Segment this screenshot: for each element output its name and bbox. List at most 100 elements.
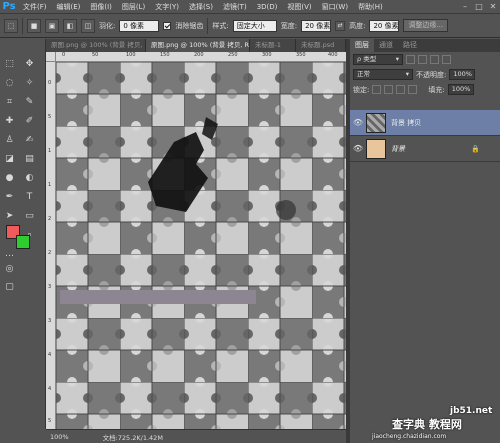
- path-select-icon[interactable]: ➤: [2, 208, 17, 223]
- fill-input[interactable]: 100%: [447, 84, 474, 95]
- ruler-tick: 350: [296, 52, 306, 58]
- fill-label: 填充:: [428, 85, 445, 94]
- history-brush-icon[interactable]: ✍: [22, 132, 37, 147]
- magic-wand-icon[interactable]: ✧: [22, 75, 37, 90]
- layer-filter-row: ρ 类型 ▾: [350, 52, 500, 67]
- menu-layer[interactable]: 图层(L): [117, 0, 150, 14]
- ruler-tick: 0: [48, 80, 52, 86]
- minimize-button[interactable]: –: [458, 0, 472, 14]
- eyedropper-icon[interactable]: ✎: [22, 94, 37, 109]
- height-input[interactable]: 20 像素: [369, 19, 400, 32]
- zoom-level[interactable]: 100%: [50, 433, 69, 441]
- rect-marquee-icon[interactable]: ⬚: [2, 56, 17, 71]
- filter-type-icon[interactable]: [430, 55, 439, 64]
- subtract-selection-icon[interactable]: ◧: [63, 18, 77, 33]
- width-input[interactable]: 20 像素: [301, 19, 332, 32]
- ruler-tick: 4: [48, 386, 52, 392]
- layer-thumbnail: [366, 138, 386, 159]
- style-select[interactable]: 固定大小: [232, 19, 277, 32]
- layer-filter-select[interactable]: ρ 类型 ▾: [353, 54, 403, 65]
- divider: [207, 17, 209, 34]
- menu-3d[interactable]: 3D(D): [252, 0, 283, 14]
- eraser-icon[interactable]: ◪: [2, 151, 17, 166]
- blur-icon[interactable]: ●: [2, 170, 17, 185]
- style-label: 样式:: [212, 21, 229, 30]
- lock-move-icon[interactable]: [396, 85, 406, 94]
- shape-icon[interactable]: ▭: [22, 208, 37, 223]
- layer-name: 背景: [391, 144, 405, 153]
- background-color-swatch[interactable]: [16, 235, 30, 249]
- move-icon[interactable]: ✥: [22, 56, 37, 71]
- pen-icon[interactable]: ✒: [2, 189, 17, 204]
- menu-select[interactable]: 选择(S): [184, 0, 218, 14]
- watermark-brand: 查字典 教程网: [392, 418, 462, 431]
- layer-row[interactable]: 👁 背景 拷贝: [350, 110, 500, 136]
- quick-mask-icon[interactable]: ◎: [2, 261, 17, 276]
- swap-icon[interactable]: ⇄: [335, 20, 346, 31]
- chevron-down-icon: ▾: [405, 70, 409, 78]
- lock-transparent-icon[interactable]: [372, 85, 382, 94]
- document-canvas[interactable]: [56, 62, 346, 429]
- menu-type[interactable]: 文字(Y): [150, 0, 184, 14]
- lock-paint-icon[interactable]: [384, 85, 394, 94]
- filter-adjust-icon[interactable]: [418, 55, 427, 64]
- tab-document-4[interactable]: 未标题.psd: [296, 39, 346, 52]
- menu-file[interactable]: 文件(F): [18, 0, 52, 14]
- document-tabs: 原图.png @ 100% (背景 拷贝, RGB/8#) * 原图.png @…: [46, 39, 346, 52]
- healing-brush-icon[interactable]: ✚: [2, 113, 17, 128]
- tab-document-2[interactable]: 原图.png @ 100% (背景 拷贝, RGB/8#) *: [146, 39, 250, 52]
- type-icon[interactable]: T: [22, 189, 37, 204]
- new-selection-icon[interactable]: ■: [27, 18, 41, 33]
- eye-icon[interactable]: 👁: [350, 144, 366, 153]
- tab-paths[interactable]: 路径: [398, 39, 422, 52]
- tab-document-1[interactable]: 原图.png @ 100% (背景 拷贝, RGB/8#) *: [46, 39, 146, 52]
- tab-layers[interactable]: 图层: [350, 39, 374, 52]
- marquee-preset-icon[interactable]: ⬚: [4, 18, 18, 33]
- blend-mode-select[interactable]: 正常 ▾: [353, 69, 413, 80]
- ruler-tick: 3: [48, 284, 52, 290]
- ruler-tick: 50: [92, 52, 99, 58]
- ruler-tick: 5: [48, 114, 52, 120]
- height-label: 高度:: [349, 21, 366, 30]
- feather-input[interactable]: 0 像素: [119, 19, 160, 32]
- lasso-icon[interactable]: ◌: [2, 75, 17, 90]
- clone-stamp-icon[interactable]: ♙: [2, 132, 17, 147]
- add-selection-icon[interactable]: ▣: [45, 18, 59, 33]
- menu-view[interactable]: 视图(V): [282, 0, 316, 14]
- lock-row: 锁定: 填充: 100%: [350, 82, 500, 97]
- screen-mode-icon[interactable]: ▢: [2, 279, 17, 294]
- watermark-site: jb51.net: [450, 406, 493, 416]
- ruler-tick: 250: [228, 52, 238, 58]
- gradient-icon[interactable]: ▤: [22, 151, 37, 166]
- divider: [22, 17, 23, 34]
- menu-edit[interactable]: 编辑(E): [52, 0, 86, 14]
- more-tools-icon[interactable]: …: [2, 246, 17, 261]
- opacity-input[interactable]: 100%: [449, 69, 476, 80]
- antialias-checkbox[interactable]: [163, 21, 172, 30]
- ruler-tick: 0: [62, 52, 66, 58]
- close-button[interactable]: ✕: [486, 0, 500, 14]
- ruler-tick: 400: [328, 52, 338, 58]
- tab-document-3[interactable]: 未标题-1: [250, 39, 296, 52]
- dodge-icon[interactable]: ◐: [22, 170, 37, 185]
- menu-image[interactable]: 图像(I): [85, 0, 117, 14]
- menu-filter[interactable]: 滤镜(T): [218, 0, 252, 14]
- layer-row[interactable]: 👁 背景 🔒: [350, 136, 500, 162]
- refine-edge-button[interactable]: 调整边缘...: [403, 19, 449, 32]
- filter-pixel-icon[interactable]: [406, 55, 415, 64]
- lock-icon: 🔒: [471, 144, 480, 153]
- crop-icon[interactable]: ⌗: [2, 94, 17, 109]
- menu-window[interactable]: 窗口(W): [317, 0, 353, 14]
- filter-shape-icon[interactable]: [442, 55, 451, 64]
- maximize-button[interactable]: □: [472, 0, 486, 14]
- ruler-vertical: 0 5 1 1 2 2 3 3 4 4 5: [46, 62, 56, 429]
- tab-channels[interactable]: 通道: [374, 39, 398, 52]
- menu-help[interactable]: 帮助(H): [353, 0, 388, 14]
- eye-icon[interactable]: 👁: [350, 118, 366, 127]
- blend-mode-value: 正常: [357, 70, 370, 78]
- brush-icon[interactable]: ✐: [22, 113, 37, 128]
- status-bar: 100% 文档:725.2K/1.42M: [46, 429, 346, 443]
- intersect-selection-icon[interactable]: ◫: [81, 18, 95, 33]
- lock-all-icon[interactable]: [408, 85, 418, 94]
- ruler-tick: 100: [126, 52, 136, 58]
